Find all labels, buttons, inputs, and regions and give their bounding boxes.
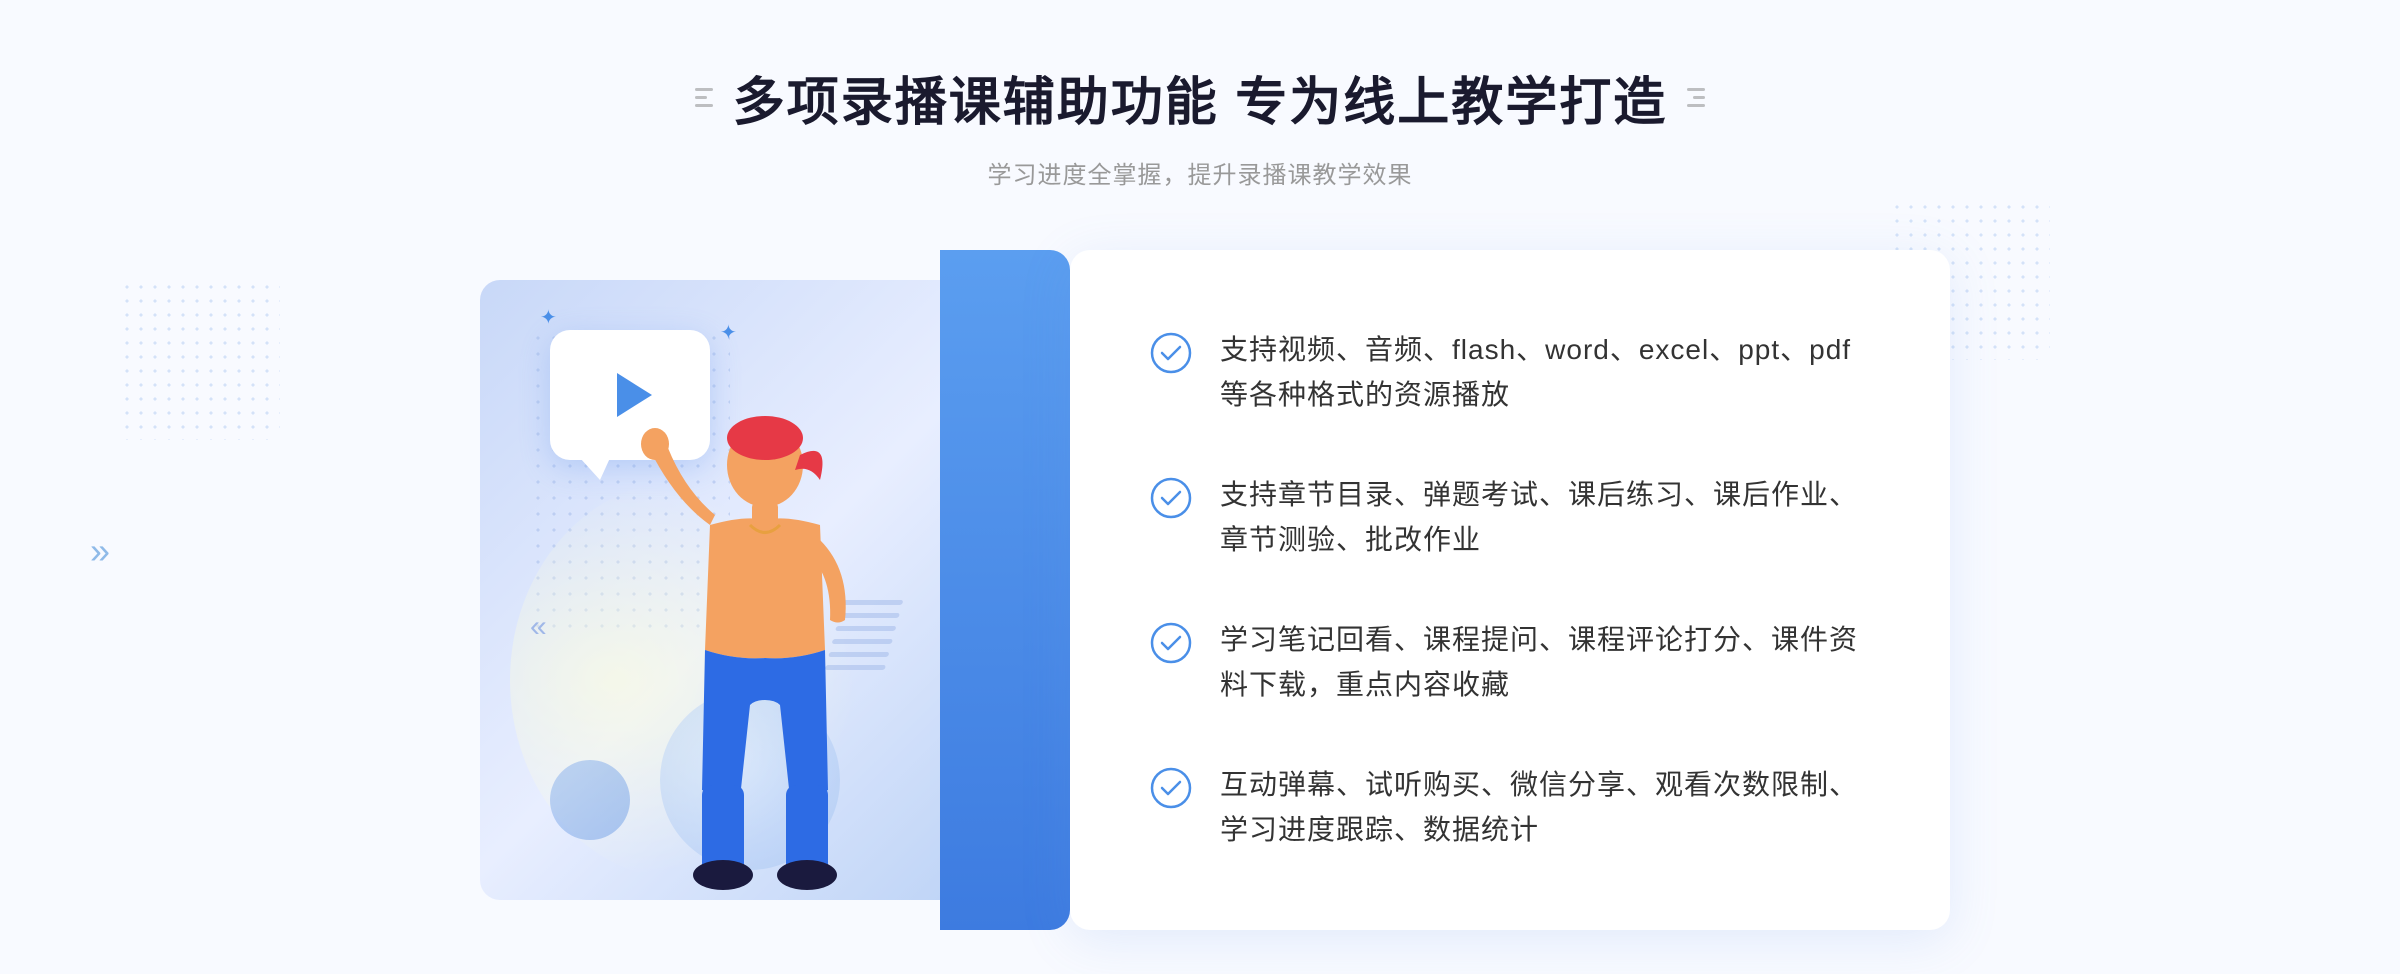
person-illustration [590,410,930,930]
feature-text-1: 支持视频、音频、flash、word、excel、ppt、pdf等各种格式的资源… [1220,328,1870,418]
check-icon-1 [1150,332,1192,374]
feature-text-3: 学习笔记回看、课程提问、课程评论打分、课件资料下载，重点内容收藏 [1220,618,1870,708]
page-container: » 多项录播课辅助功能 专为线上教学打造 学习进度全掌握，提升录播课教学效果 [0,0,2400,974]
sparkle-2: ✦ [720,320,737,345]
feature-item-4: 互动弹幕、试听购买、微信分享、观看次数限制、学习进度跟踪、数据统计 [1150,763,1870,853]
title-deco-right [1687,88,1705,107]
check-icon-3 [1150,622,1192,664]
title-deco-left [695,88,713,107]
check-icon-4 [1150,767,1192,809]
left-illustration: « ✦ ✦ [450,250,1070,930]
subtitle: 学习进度全掌握，提升录播课教学效果 [695,155,1705,190]
feature-item-3: 学习笔记回看、课程提问、课程评论打分、课件资料下载，重点内容收藏 [1150,618,1870,708]
header-section: 多项录播课辅助功能 专为线上教学打造 学习进度全掌握，提升录播课教学效果 [695,60,1705,190]
check-icon-2 [1150,477,1192,519]
feature-item-1: 支持视频、音频、flash、word、excel、ppt、pdf等各种格式的资源… [1150,328,1870,418]
arrow-deco: « [530,610,547,644]
chevron-decoration: » [90,530,110,572]
sparkle-1: ✦ [540,305,557,330]
feature-text-2: 支持章节目录、弹题考试、课后练习、课后作业、章节测验、批改作业 [1220,473,1870,563]
main-title: 多项录播课辅助功能 专为线上教学打造 [733,60,1667,135]
title-row: 多项录播课辅助功能 专为线上教学打造 [695,60,1705,135]
feature-item-2: 支持章节目录、弹题考试、课后练习、课后作业、章节测验、批改作业 [1150,473,1870,563]
illus-blue-card [940,250,1070,930]
feature-text-4: 互动弹幕、试听购买、微信分享、观看次数限制、学习进度跟踪、数据统计 [1220,763,1870,853]
content-area: « ✦ ✦ [450,250,1950,930]
dots-decoration-left [120,280,280,440]
right-panel: 支持视频、音频、flash、word、excel、ppt、pdf等各种格式的资源… [1070,250,1950,930]
